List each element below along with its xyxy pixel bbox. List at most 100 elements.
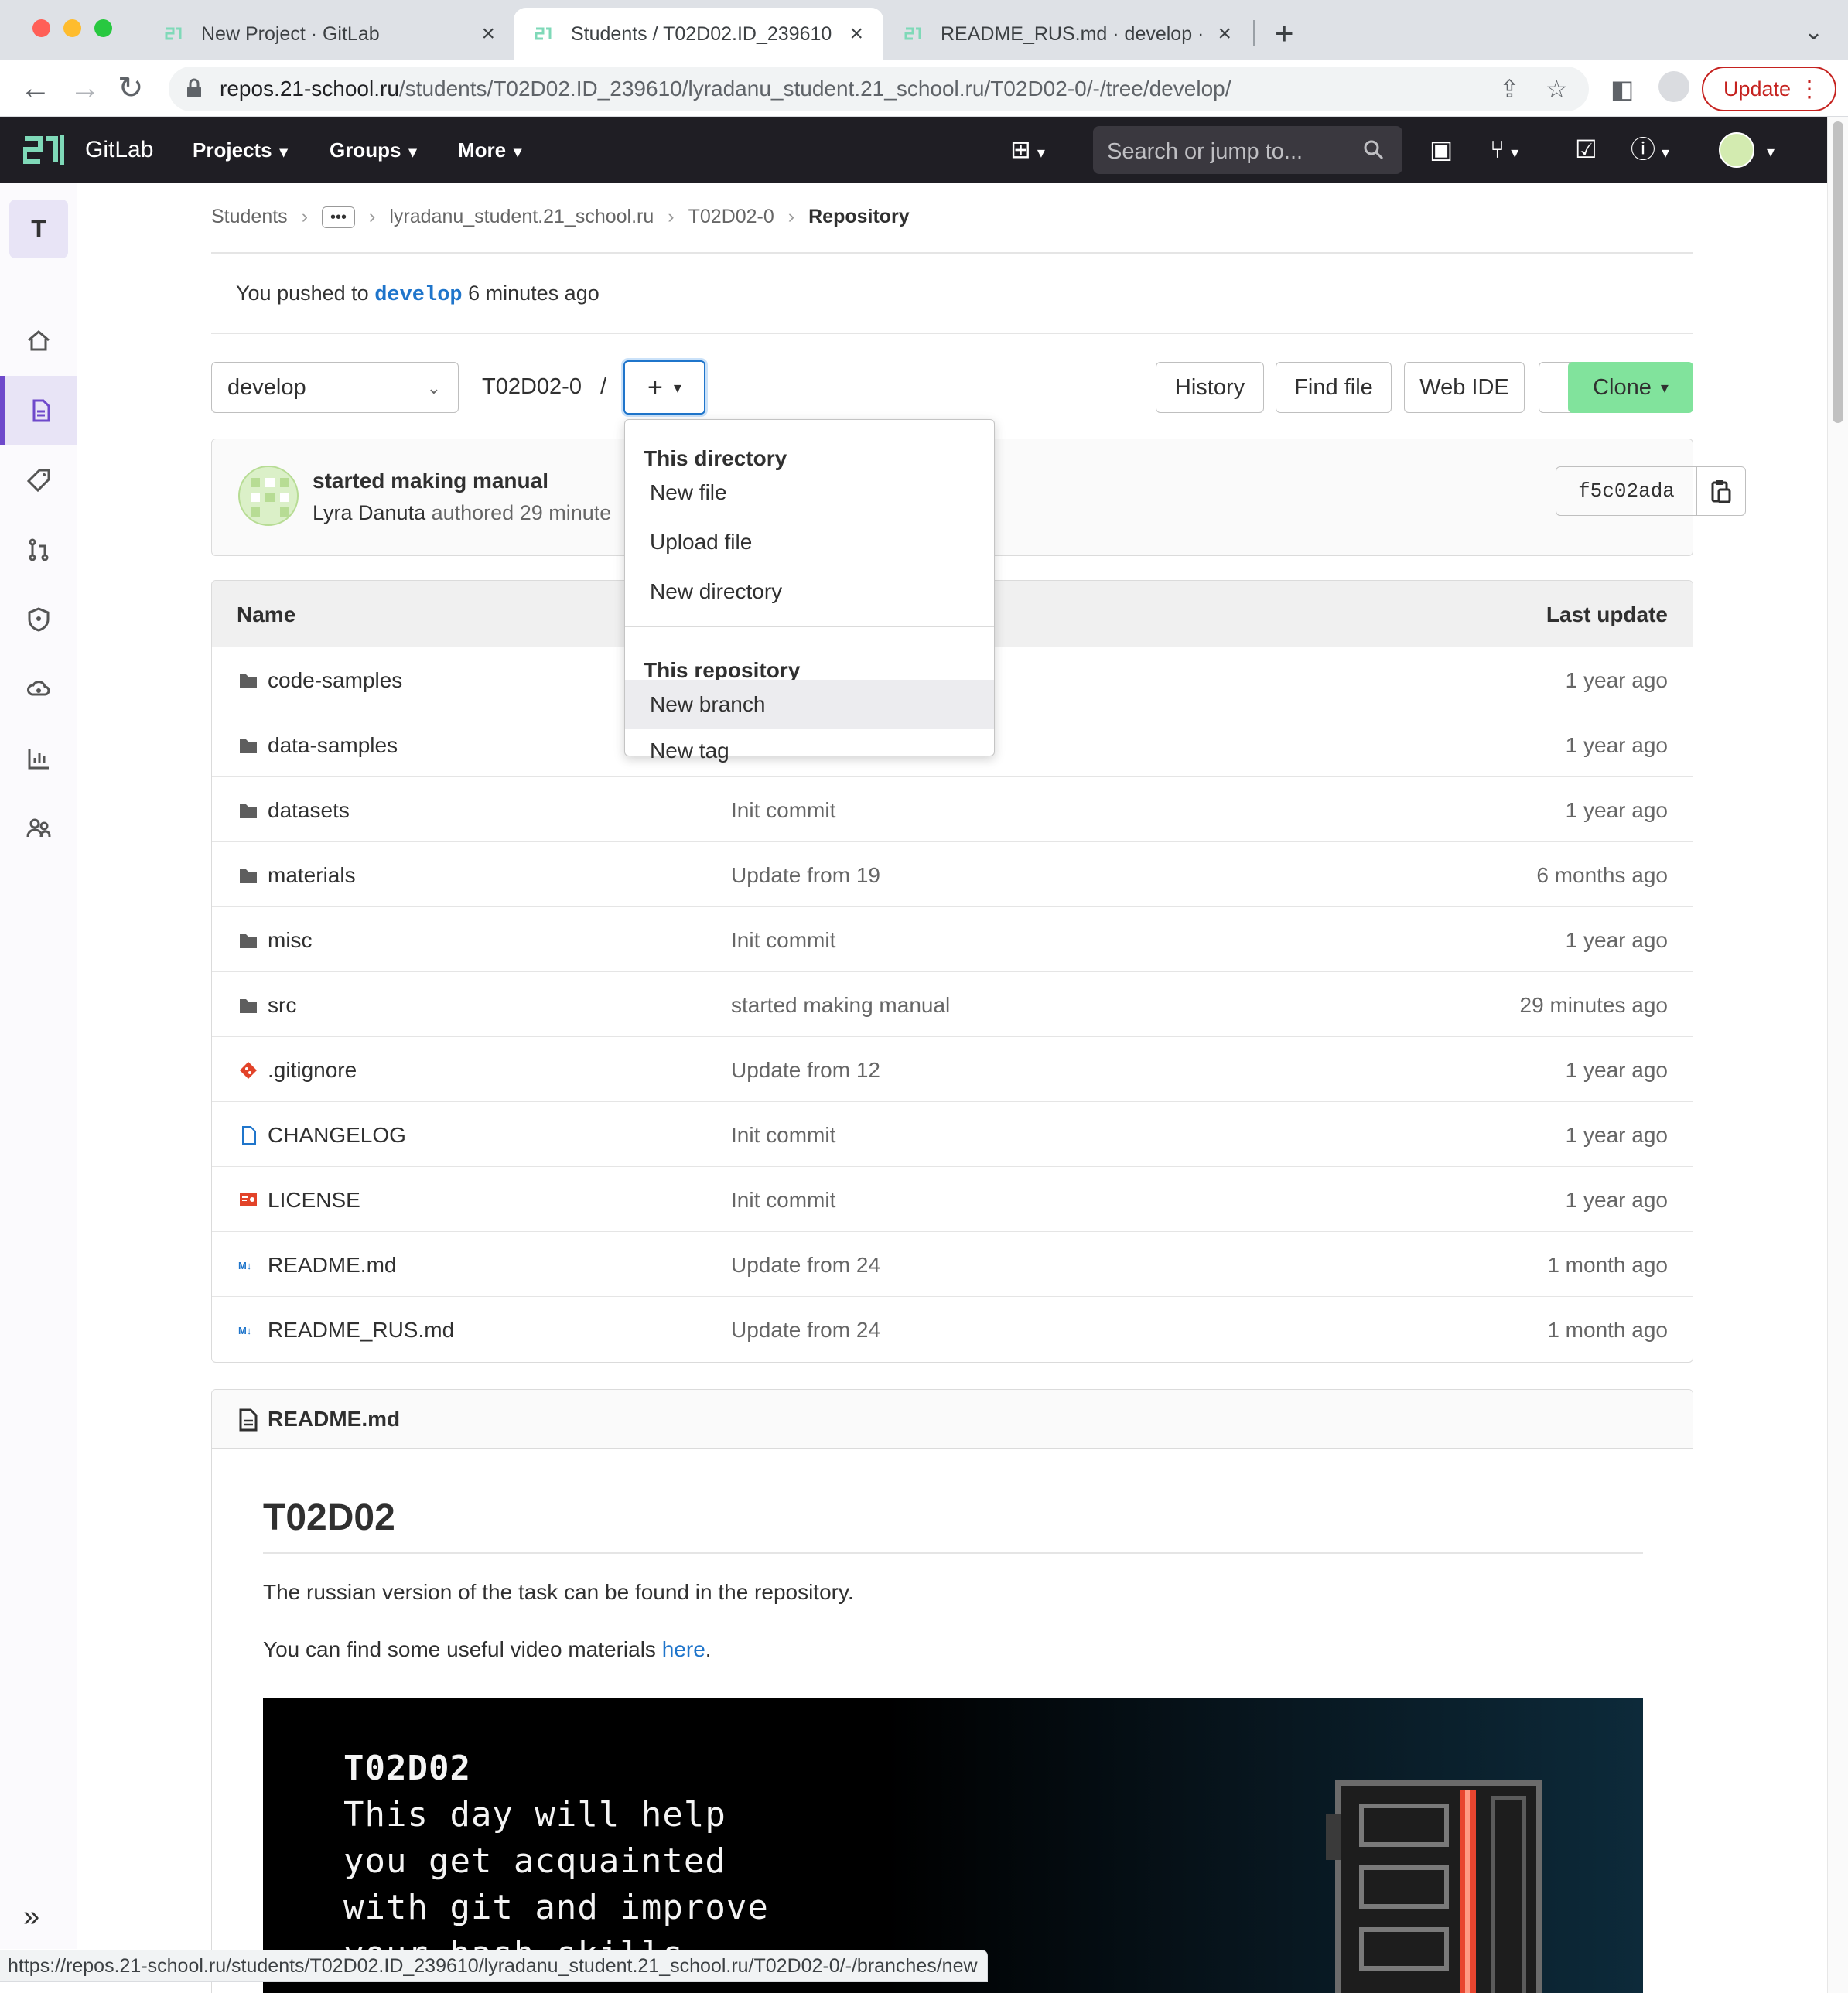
reload-icon[interactable]: ↻ [118,70,144,107]
groups-menu[interactable]: Groups ▾ [330,138,417,162]
new-tag-item[interactable]: New tag [625,729,994,763]
pushed-branch-link[interactable]: develop [374,284,462,307]
table-row[interactable]: M↓ README.md Update from 24 1 month ago [212,1232,1693,1297]
branch-selector[interactable]: develop ⌄ [211,362,459,413]
repo-path-root[interactable]: T02D02-0 [482,374,582,399]
project-avatar[interactable]: T [9,200,68,258]
back-arrow-icon[interactable]: ← [20,70,51,107]
commit-title[interactable]: started making manual [313,469,548,493]
table-row[interactable]: CHANGELOG Init commit 1 year ago [212,1102,1693,1167]
breadcrumb-students[interactable]: Students [211,206,288,228]
address-bar[interactable]: repos.21-school.ru/students/T02D02.ID_23… [169,67,1589,111]
file-name-link[interactable]: code-samples [268,668,402,693]
tab-close-icon[interactable]: × [481,21,495,47]
page-scrollbar[interactable] [1827,117,1848,1993]
commit-message-link[interactable]: Update from 24 [731,1318,880,1343]
sidebar-item-repository[interactable] [0,376,77,445]
table-row[interactable]: .gitignore Update from 12 1 year ago [212,1037,1693,1102]
find-file-button[interactable]: Find file [1276,362,1392,413]
web-ide-button[interactable]: Web IDE [1404,362,1525,413]
gitlab-brand[interactable]: GitLab [85,137,153,163]
table-row[interactable]: M↓ README_RUS.md Update from 24 1 month ago [212,1297,1693,1362]
issues-icon[interactable]: ▣ [1430,135,1453,163]
search-input[interactable]: Search or jump to... [1093,126,1402,174]
file-name-link[interactable]: README.md [268,1253,396,1278]
breadcrumb-namespace[interactable]: lyradanu_student.21_school.ru [389,206,654,228]
file-name-link[interactable]: materials [268,863,356,888]
gitlab-logo-icon[interactable] [23,132,68,168]
browser-update-button[interactable]: Update ⋮ [1702,67,1836,111]
projects-menu[interactable]: Projects ▾ [193,138,288,162]
clone-button[interactable]: Clone ▾ [1568,362,1693,413]
chevron-down-icon[interactable]: ▾ [1767,138,1775,166]
help-icon[interactable]: ⓘ ▾ [1631,135,1669,167]
add-to-tree-button[interactable]: + ▾ [623,360,705,415]
tab-close-icon[interactable]: × [1218,21,1231,47]
commit-author-avatar[interactable] [238,466,299,526]
file-name-link[interactable]: README_RUS.md [268,1318,454,1343]
sidebar-item-security[interactable] [0,585,77,654]
profile-icon[interactable] [1658,71,1689,102]
table-row[interactable]: src started making manual 29 minutes ago [212,972,1693,1037]
scrollbar-thumb[interactable] [1833,121,1843,423]
breadcrumb-expand-button[interactable]: ••• [322,206,356,228]
bookmark-star-icon[interactable]: ☆ [1546,74,1568,104]
browser-tab-new-project[interactable]: New Project · GitLab × [144,8,515,60]
table-row[interactable]: datasets Init commit 1 year ago [212,777,1693,842]
commit-message-link[interactable]: Update from 19 [731,863,880,888]
window-minimize-button[interactable] [63,19,81,37]
table-row[interactable]: misc Init commit 1 year ago [212,907,1693,972]
file-name-link[interactable]: datasets [268,798,350,823]
file-name-link[interactable]: CHANGELOG [268,1123,406,1148]
collapse-sidebar-icon[interactable]: » [23,1900,39,1933]
browser-tab-readme-rus[interactable]: README_RUS.md · develop · S × [883,8,1252,60]
commit-author[interactable]: Lyra Danuta [313,501,425,524]
file-name-link[interactable]: LICENSE [268,1188,360,1213]
file-name-link[interactable]: .gitignore [268,1058,357,1083]
commit-message-link[interactable]: Init commit [731,1123,835,1148]
table-row[interactable]: LICENSE Init commit 1 year ago [212,1167,1693,1232]
window-close-button[interactable] [32,19,50,37]
commit-message-link[interactable]: Init commit [731,1188,835,1213]
commit-message-link[interactable]: started making manual [731,993,950,1018]
commit-message-link[interactable]: Update from 12 [731,1058,880,1083]
browser-tab-students[interactable]: Students / T02D02.ID_239610 × [514,8,883,60]
video-materials-link[interactable]: here [662,1637,705,1661]
new-file-item[interactable]: New file [625,468,994,517]
commit-message-link[interactable]: Update from 24 [731,1253,880,1278]
sidebar-item-deployments[interactable] [0,654,77,724]
history-button[interactable]: History [1156,362,1264,413]
side-panel-icon[interactable]: ◧ [1611,74,1634,104]
file-name-link[interactable]: data-samples [268,733,398,758]
todos-icon[interactable]: ☑ [1575,135,1597,163]
sidebar-item-members[interactable] [0,793,77,863]
breadcrumb-current[interactable]: Repository [808,206,910,228]
create-new-icon[interactable]: ⊞ ▾ [1010,135,1045,167]
new-branch-item[interactable]: New branch [625,680,994,729]
upload-file-item[interactable]: Upload file [625,517,994,567]
file-name-link[interactable]: misc [268,928,313,953]
window-zoom-button[interactable] [94,19,112,37]
sidebar-item-issues[interactable] [0,445,77,515]
commit-message-link[interactable]: Init commit [731,798,835,823]
new-tab-button[interactable]: + [1275,15,1294,51]
more-menu[interactable]: More ▾ [458,138,521,162]
user-avatar[interactable] [1719,132,1754,168]
commit-message-link[interactable]: Init commit [731,928,835,953]
tab-close-icon[interactable]: × [849,21,863,47]
new-directory-item[interactable]: New directory [625,567,994,616]
breadcrumb-project[interactable]: T02D02-0 [688,206,774,228]
sidebar-item-analytics[interactable] [0,724,77,793]
sidebar-item-project-overview[interactable] [0,306,77,376]
table-row[interactable]: materials Update from 19 6 months ago [212,842,1693,907]
tab-search-chevron-icon[interactable]: ⌄ [1804,19,1823,46]
sidebar-item-merge-requests[interactable] [0,515,77,585]
copy-sha-button[interactable] [1697,467,1745,515]
last-update-time: 1 year ago [1565,1188,1668,1212]
merge-requests-icon[interactable]: ⑂ ▾ [1490,135,1518,167]
file-name-link[interactable]: src [268,993,296,1018]
share-icon[interactable]: ⇪ [1499,74,1520,104]
forward-arrow-icon[interactable]: → [70,70,101,107]
readme-filename[interactable]: README.md [268,1407,400,1432]
commit-sha[interactable]: f5c02ada [1556,467,1697,515]
